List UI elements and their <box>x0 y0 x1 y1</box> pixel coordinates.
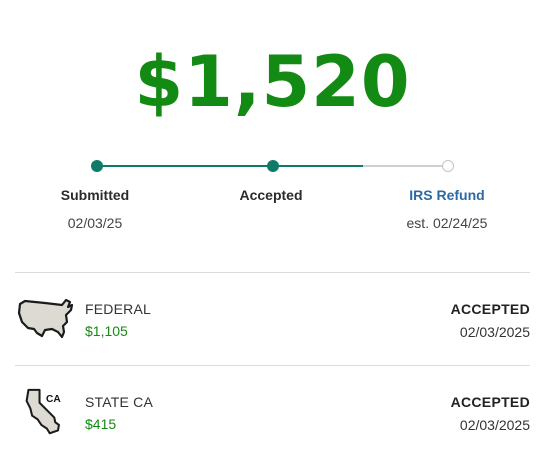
divider <box>15 272 530 273</box>
step-dot-irs-refund <box>442 160 454 172</box>
step-date-irs-refund: est. 02/24/25 <box>406 215 488 231</box>
return-amount: $1,105 <box>85 323 128 339</box>
step-label-accepted: Accepted <box>239 187 303 203</box>
usa-map-icon <box>17 298 74 339</box>
return-name: FEDERAL <box>85 301 151 317</box>
return-date: 02/03/2025 <box>459 324 530 340</box>
return-status: ACCEPTED <box>450 301 530 317</box>
divider <box>15 365 530 366</box>
california-map-icon: CA <box>25 388 61 435</box>
step-dot-accepted <box>267 160 279 172</box>
return-date: 02/03/2025 <box>459 417 530 433</box>
return-name: STATE CA <box>85 394 153 410</box>
return-status: ACCEPTED <box>450 394 530 410</box>
step-dot-submitted <box>91 160 103 172</box>
return-row-state-ca[interactable]: CA STATE CA $415 ACCEPTED 02/03/2025 <box>0 388 545 448</box>
progress-line-remaining <box>363 165 448 167</box>
step-date-submitted: 02/03/25 <box>67 215 123 231</box>
progress-line-completed <box>97 165 363 167</box>
return-amount: $415 <box>85 416 117 432</box>
return-row-federal[interactable]: FEDERAL $1,105 ACCEPTED 02/03/2025 <box>0 295 545 355</box>
step-label-submitted: Submitted <box>60 187 130 203</box>
irs-refund-link[interactable]: IRS Refund <box>377 187 517 203</box>
refund-amount: $1,520 <box>134 41 411 123</box>
california-map-icon-label: CA <box>46 394 61 405</box>
